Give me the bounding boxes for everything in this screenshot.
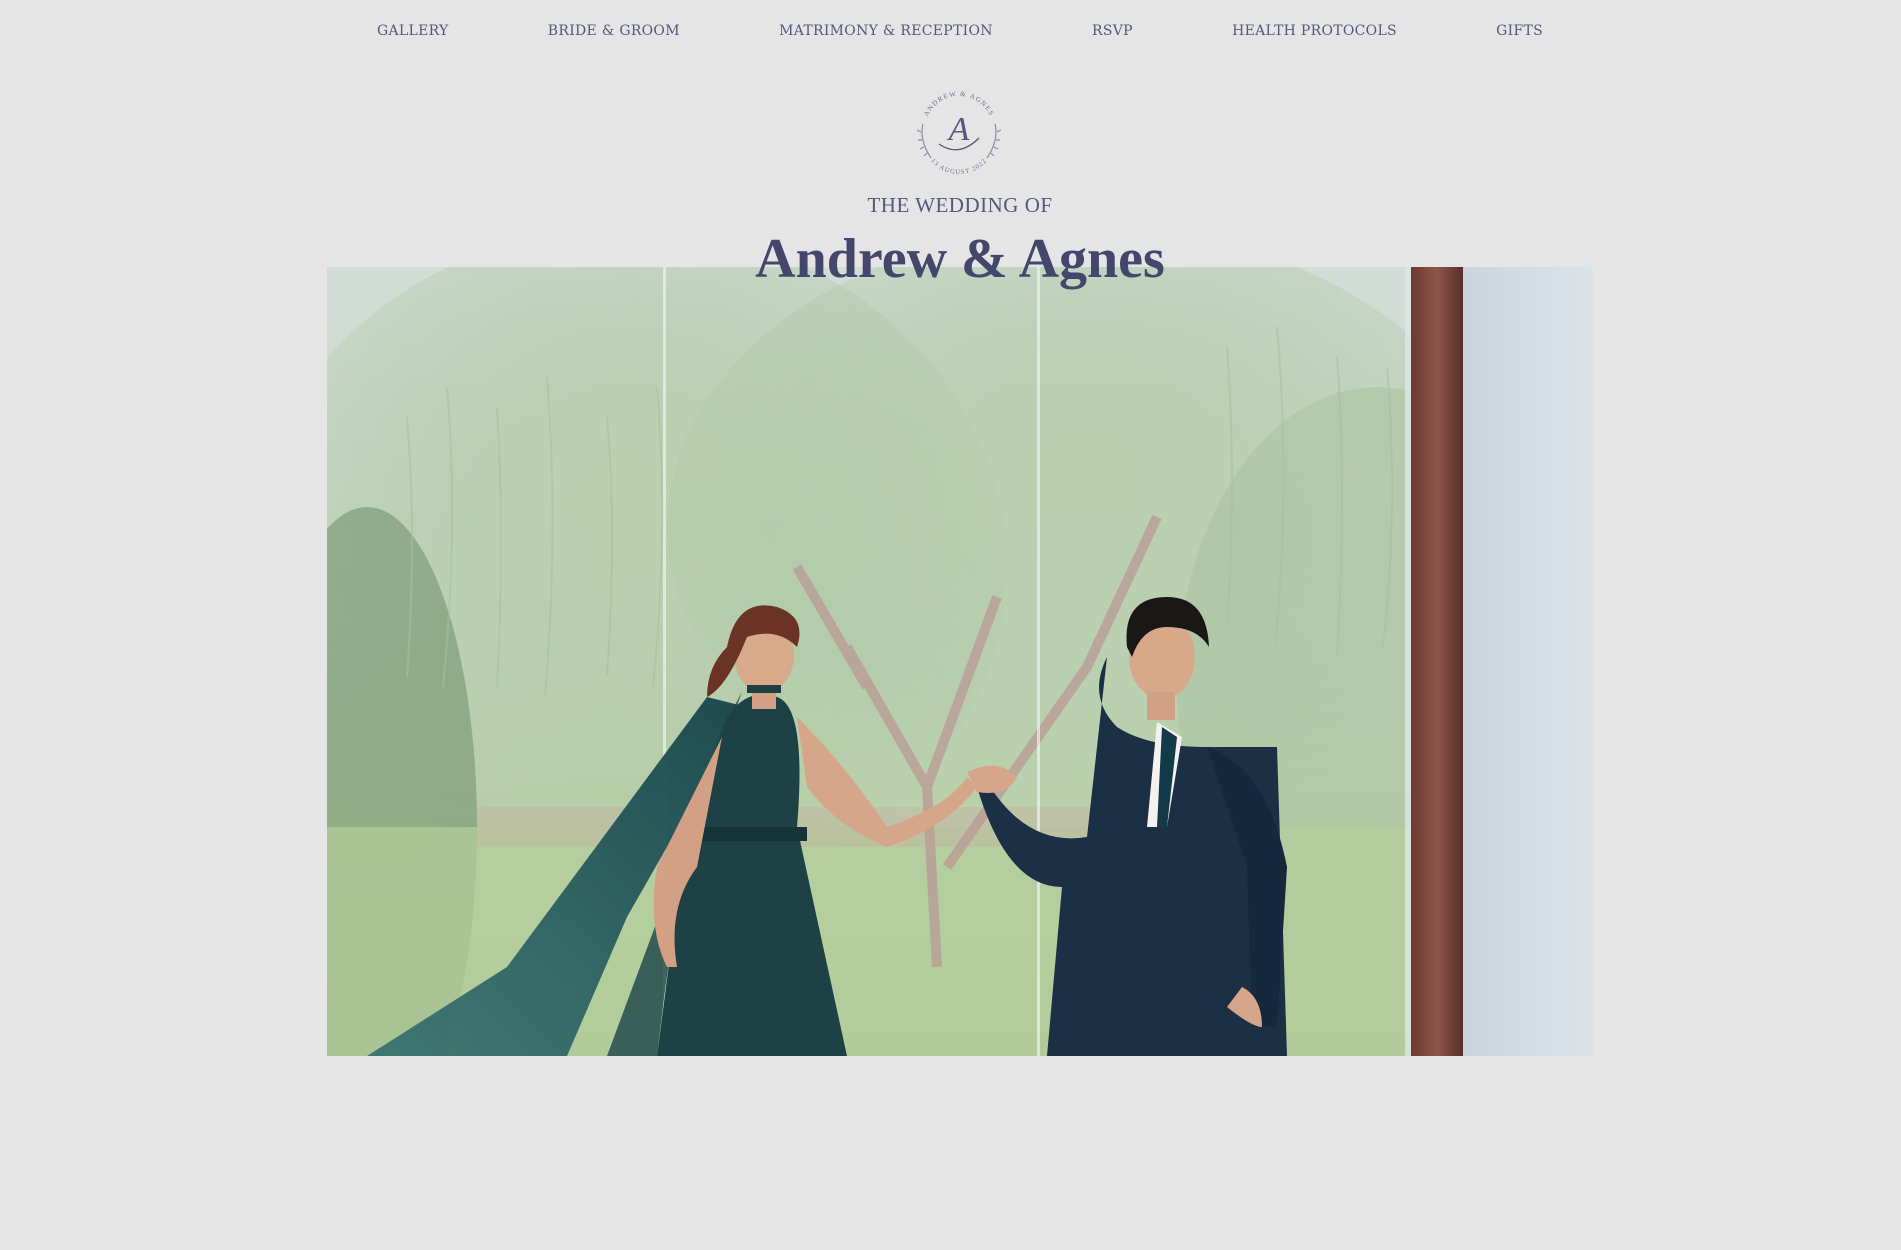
nav-rsvp-link[interactable]: RSVP [1092, 23, 1133, 39]
main-nav: GALLERY BRIDE & GROOM MATRIMONY & RECEPT… [327, 0, 1593, 62]
nav-bride-groom-link[interactable]: BRIDE & GROOM [548, 23, 680, 39]
wedding-subtitle: THE WEDDING OF [867, 193, 1053, 217]
svg-text:13 AUGUST 2022: 13 AUGUST 2022 [929, 157, 988, 176]
hero-photo [327, 267, 1593, 1056]
nav-gifts-link[interactable]: GIFTS [1496, 23, 1543, 39]
couple-names-title: Andrew & Agnes [755, 228, 1165, 290]
nav-health-protocols-link[interactable]: HEALTH PROTOCOLS [1232, 23, 1397, 39]
hero-image [327, 267, 1593, 1056]
monogram-logo: ANDREW & AGNES 13 AUGUST 2022 A [909, 80, 1009, 180]
nav-gallery-link[interactable]: GALLERY [377, 23, 449, 39]
monogram-icon: ANDREW & AGNES 13 AUGUST 2022 A [916, 90, 1002, 176]
svg-text:A: A [947, 111, 970, 148]
nav-matrimony-reception-link[interactable]: MATRIMONY & RECEPTION [779, 23, 993, 39]
